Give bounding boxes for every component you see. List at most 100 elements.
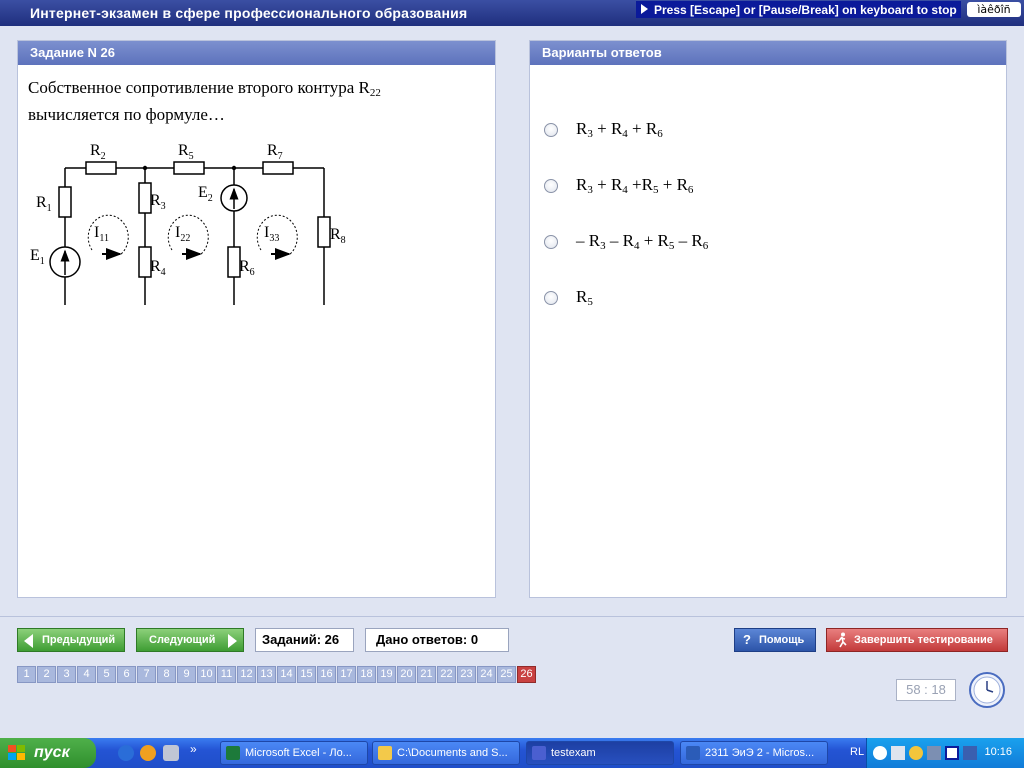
- page-button-5[interactable]: 5: [97, 666, 116, 683]
- svg-text:R8: R8: [330, 226, 346, 246]
- arrow-left-icon: [24, 634, 33, 648]
- taskbar-task[interactable]: C:\Documents and S...: [372, 741, 520, 765]
- page-button-17[interactable]: 17: [337, 666, 356, 683]
- answers-panel: Варианты ответов R3 + R4 + R6 R3 + R4 +R5…: [529, 40, 1007, 598]
- question-text-line1: Собственное сопротивление второго контур…: [28, 78, 370, 97]
- svg-text:I33: I33: [264, 224, 279, 244]
- finish-label: Завершить тестирование: [854, 634, 993, 646]
- page-button-16[interactable]: 16: [317, 666, 336, 683]
- previous-button[interactable]: Предыдущий: [17, 628, 125, 652]
- language-indicator[interactable]: RL: [850, 746, 864, 758]
- page-button-4[interactable]: 4: [77, 666, 96, 683]
- page-button-26[interactable]: 26: [517, 666, 536, 683]
- page-button-22[interactable]: 22: [437, 666, 456, 683]
- testexam-icon: [532, 746, 546, 760]
- svg-text:R2: R2: [90, 142, 106, 162]
- page-button-6[interactable]: 6: [117, 666, 136, 683]
- tasks-count: Заданий: 26: [255, 628, 354, 652]
- start-label: пуск: [34, 744, 70, 761]
- windows-logo-icon: [8, 745, 26, 761]
- page-button-13[interactable]: 13: [257, 666, 276, 683]
- page-button-24[interactable]: 24: [477, 666, 496, 683]
- media-play-icon[interactable]: [945, 746, 959, 760]
- page-button-12[interactable]: 12: [237, 666, 256, 683]
- printer-icon[interactable]: [891, 746, 905, 760]
- answer-formula: R3 + R4 + R6: [576, 119, 663, 140]
- internet-explorer-icon[interactable]: [118, 745, 134, 761]
- taskbar-task-label: Microsoft Excel - Ло...: [245, 747, 352, 759]
- smiley-icon[interactable]: [909, 746, 923, 760]
- countdown-timer: 58 : 18: [896, 679, 956, 701]
- page-button-19[interactable]: 19: [377, 666, 396, 683]
- escape-hint-text: Press [Escape] or [Pause/Break] on keybo…: [654, 3, 957, 17]
- app-title-bar: Интернет-экзамен в сфере профессионально…: [0, 0, 1024, 26]
- question-panel: Задание N 26 Собственное сопротивление в…: [17, 40, 496, 598]
- tray-back-icon[interactable]: [873, 746, 887, 760]
- windows-taskbar: пуск » Microsoft Excel - Ло... C:\Documen…: [0, 738, 1024, 768]
- taskbar-task[interactable]: Microsoft Excel - Ло...: [220, 741, 368, 765]
- tray-clock: 10:16: [984, 746, 1012, 758]
- main-area: Задание N 26 Собственное сопротивление в…: [0, 26, 1024, 616]
- excel-icon: [226, 746, 240, 760]
- resistor-r8: [317, 216, 331, 248]
- previous-label: Предыдущий: [42, 634, 116, 646]
- page-button-18[interactable]: 18: [357, 666, 376, 683]
- play-arrow-icon: [641, 4, 648, 14]
- svg-text:I22: I22: [175, 224, 190, 244]
- finish-test-button[interactable]: Завершить тестирование: [826, 628, 1008, 652]
- page-button-8[interactable]: 8: [157, 666, 176, 683]
- taskbar-task-label: C:\Documents and S...: [397, 747, 508, 759]
- media-player-icon[interactable]: [140, 745, 156, 761]
- network-icon[interactable]: [963, 746, 977, 760]
- start-button[interactable]: пуск: [0, 738, 96, 768]
- word-icon: [686, 746, 700, 760]
- answer-radio[interactable]: [544, 123, 558, 137]
- taskbar-task[interactable]: 2311 ЭиЭ 2 - Micros...: [680, 741, 828, 765]
- page-button-7[interactable]: 7: [137, 666, 156, 683]
- language-box: ìàêðîñ: [967, 2, 1021, 17]
- page-button-20[interactable]: 20: [397, 666, 416, 683]
- clock-icon: [969, 672, 1005, 708]
- page-button-21[interactable]: 21: [417, 666, 436, 683]
- answer-formula: – R3 – R4 + R5 – R6: [576, 231, 709, 252]
- resistor-r2: [85, 161, 117, 175]
- svg-text:R7: R7: [267, 142, 283, 162]
- app-title: Интернет-экзамен в сфере профессионально…: [30, 5, 468, 21]
- svg-text:E1: E1: [30, 247, 45, 267]
- page-button-14[interactable]: 14: [277, 666, 296, 683]
- page-button-1[interactable]: 1: [17, 666, 36, 683]
- next-button[interactable]: Следующий: [136, 628, 244, 652]
- page-button-9[interactable]: 9: [177, 666, 196, 683]
- resistor-r1: [58, 186, 72, 218]
- taskbar-task[interactable]: testexam: [526, 741, 674, 765]
- page-button-2[interactable]: 2: [37, 666, 56, 683]
- svg-text:R5: R5: [178, 142, 194, 162]
- running-man-icon: [836, 632, 847, 648]
- answer-radio[interactable]: [544, 235, 558, 249]
- svg-text:I11: I11: [94, 224, 109, 244]
- question-header: Задание N 26: [18, 41, 495, 65]
- answer-radio[interactable]: [544, 291, 558, 305]
- question-text-sub: 22: [369, 87, 381, 99]
- svg-text:R3: R3: [150, 192, 166, 212]
- folder-icon: [378, 746, 392, 760]
- question-mark-icon: ?: [743, 632, 751, 647]
- arrow-right-icon: [228, 634, 237, 648]
- system-tray: 10:16: [866, 738, 1024, 768]
- page-button-3[interactable]: 3: [57, 666, 76, 683]
- page-button-11[interactable]: 11: [217, 666, 236, 683]
- svg-text:R6: R6: [239, 258, 255, 278]
- bottom-controls: Предыдущий Следующий Заданий: 26 Дано от…: [0, 616, 1024, 738]
- page-button-23[interactable]: 23: [457, 666, 476, 683]
- answer-radio[interactable]: [544, 179, 558, 193]
- page-button-10[interactable]: 10: [197, 666, 216, 683]
- help-button[interactable]: ? Помощь: [734, 628, 816, 652]
- escape-hint: Press [Escape] or [Pause/Break] on keybo…: [636, 1, 961, 18]
- quick-launch-expand-icon[interactable]: »: [190, 742, 197, 756]
- page-button-15[interactable]: 15: [297, 666, 316, 683]
- taskbar-task-label: testexam: [551, 747, 596, 759]
- svg-text:R4: R4: [150, 258, 166, 278]
- quick-launch-app-icon[interactable]: [163, 745, 179, 761]
- play-icon[interactable]: [927, 746, 941, 760]
- page-button-25[interactable]: 25: [497, 666, 516, 683]
